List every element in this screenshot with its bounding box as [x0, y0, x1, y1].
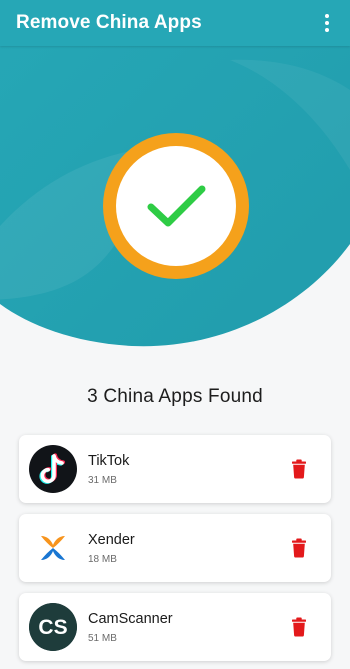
delete-button[interactable]: [284, 454, 314, 484]
app-card-camscanner[interactable]: CS CamScanner 51 MB: [19, 593, 331, 661]
app-list: TikTok 31 MB Xender 18 MB CS CamScanner …: [19, 435, 331, 669]
app-info: CamScanner 51 MB: [88, 610, 284, 645]
tiktok-icon: [29, 445, 77, 493]
app-name: TikTok: [88, 452, 130, 469]
app-card-tiktok[interactable]: TikTok 31 MB: [19, 435, 331, 503]
app-name: CamScanner: [88, 610, 173, 627]
trash-icon: [292, 617, 306, 637]
app-name: Xender: [88, 531, 135, 548]
app-size: 18 MB: [88, 553, 117, 565]
xender-icon: [29, 524, 77, 572]
trash-icon: [292, 538, 306, 558]
delete-button[interactable]: [284, 612, 314, 642]
menu-dot: [325, 14, 329, 18]
trash-icon: [292, 459, 306, 479]
more-vert-icon[interactable]: [318, 9, 336, 37]
svg-text:CS: CS: [38, 616, 67, 639]
app-info: Xender 18 MB: [88, 531, 284, 566]
screen: Remove China Apps 3 China Apps Found Tik…: [0, 0, 350, 669]
camscanner-icon: CS: [29, 603, 77, 651]
app-info: TikTok 31 MB: [88, 452, 284, 487]
app-size: 31 MB: [88, 474, 117, 486]
app-card-xender[interactable]: Xender 18 MB: [19, 514, 331, 582]
camscanner-logo: CS: [29, 603, 77, 651]
app-title: Remove China Apps: [16, 12, 202, 33]
check-icon: [147, 185, 206, 227]
app-bar: Remove China Apps: [0, 0, 350, 46]
tiktok-logo: [39, 453, 66, 484]
app-size: 51 MB: [88, 632, 117, 644]
apps-found-heading: 3 China Apps Found: [87, 386, 263, 407]
menu-dot: [325, 28, 329, 32]
status-inner-circle: [116, 146, 236, 266]
delete-button[interactable]: [284, 533, 314, 563]
xender-logo: [41, 536, 65, 560]
status-badge: [103, 133, 249, 279]
menu-dot: [325, 21, 329, 25]
